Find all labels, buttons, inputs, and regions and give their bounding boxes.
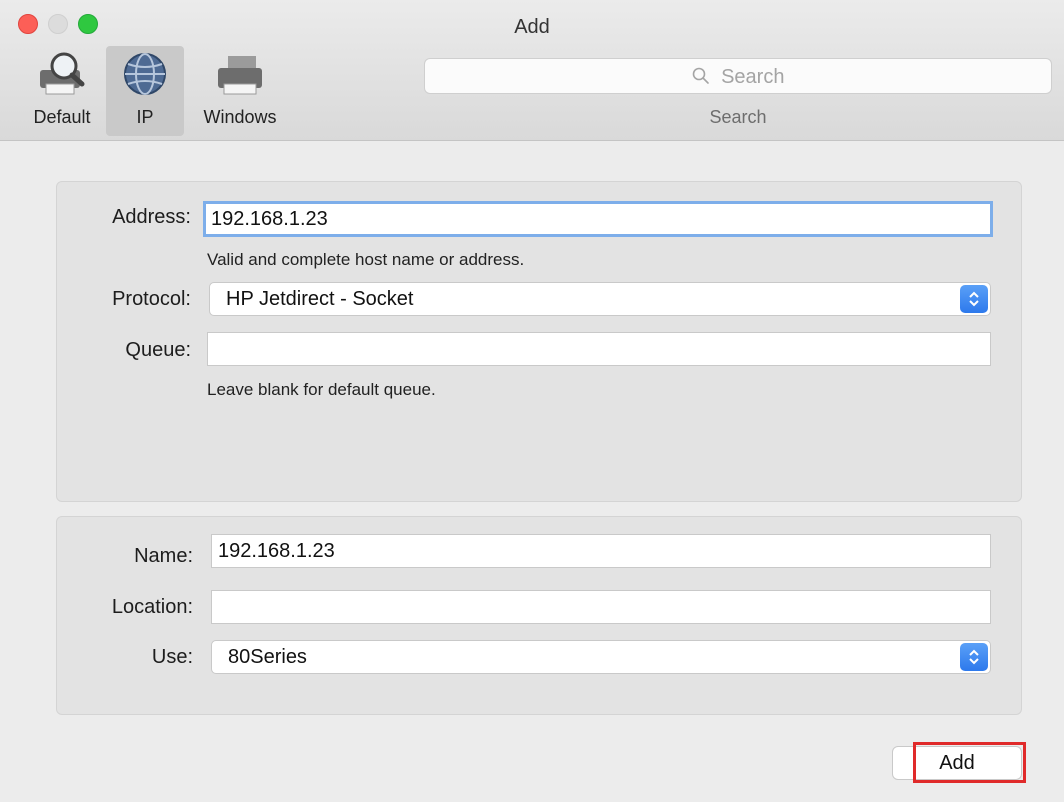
queue-hint: Leave blank for default queue. <box>207 380 436 399</box>
name-field[interactable]: 192.168.1.23 <box>211 534 991 568</box>
search-placeholder: Search <box>425 66 1051 89</box>
search-icon <box>692 66 722 88</box>
chevron-updown-icon <box>960 285 988 313</box>
driver-value: 80Series <box>228 646 307 668</box>
queue-label: Queue: <box>125 339 191 361</box>
printer-magnifier-icon <box>34 50 90 98</box>
toolbar: Add Default IP Windows Search Search <box>0 0 1064 141</box>
location-label: Location: <box>111 596 193 618</box>
queue-field[interactable] <box>207 332 991 366</box>
search-label: Search <box>709 107 767 127</box>
address-hint: Valid and complete host name or address. <box>207 250 525 269</box>
address-field[interactable]: 192.168.1.23 <box>203 201 993 237</box>
toolbar-default-label: Default <box>33 107 91 127</box>
protocol-label: Protocol: <box>112 288 191 310</box>
protocol-value: HP Jetdirect - Socket <box>226 288 414 310</box>
printer-icon <box>212 50 268 98</box>
driver-select[interactable]: 80Series <box>211 640 991 674</box>
chevron-updown-icon <box>960 643 988 671</box>
toolbar-default-button[interactable]: Default <box>20 46 104 136</box>
search-placeholder-text: Search <box>721 66 785 88</box>
name-label: Name: <box>134 545 193 567</box>
toolbar-ip-button[interactable]: IP <box>106 46 184 136</box>
add-printer-window: Add Default IP Windows Search Search Add… <box>0 0 1064 802</box>
add-button[interactable]: Add <box>892 746 1022 780</box>
address-label: Address: <box>112 206 191 228</box>
location-field[interactable] <box>211 590 991 624</box>
toolbar-windows-button[interactable]: Windows <box>190 46 290 136</box>
toolbar-ip-label: IP <box>136 107 154 127</box>
search-input[interactable]: Search <box>424 58 1052 94</box>
toolbar-windows-label: Windows <box>203 107 277 127</box>
globe-icon <box>117 50 173 98</box>
use-label: Use: <box>151 646 193 668</box>
window-title: Add <box>514 16 550 38</box>
protocol-select[interactable]: HP Jetdirect - Socket <box>209 282 991 316</box>
